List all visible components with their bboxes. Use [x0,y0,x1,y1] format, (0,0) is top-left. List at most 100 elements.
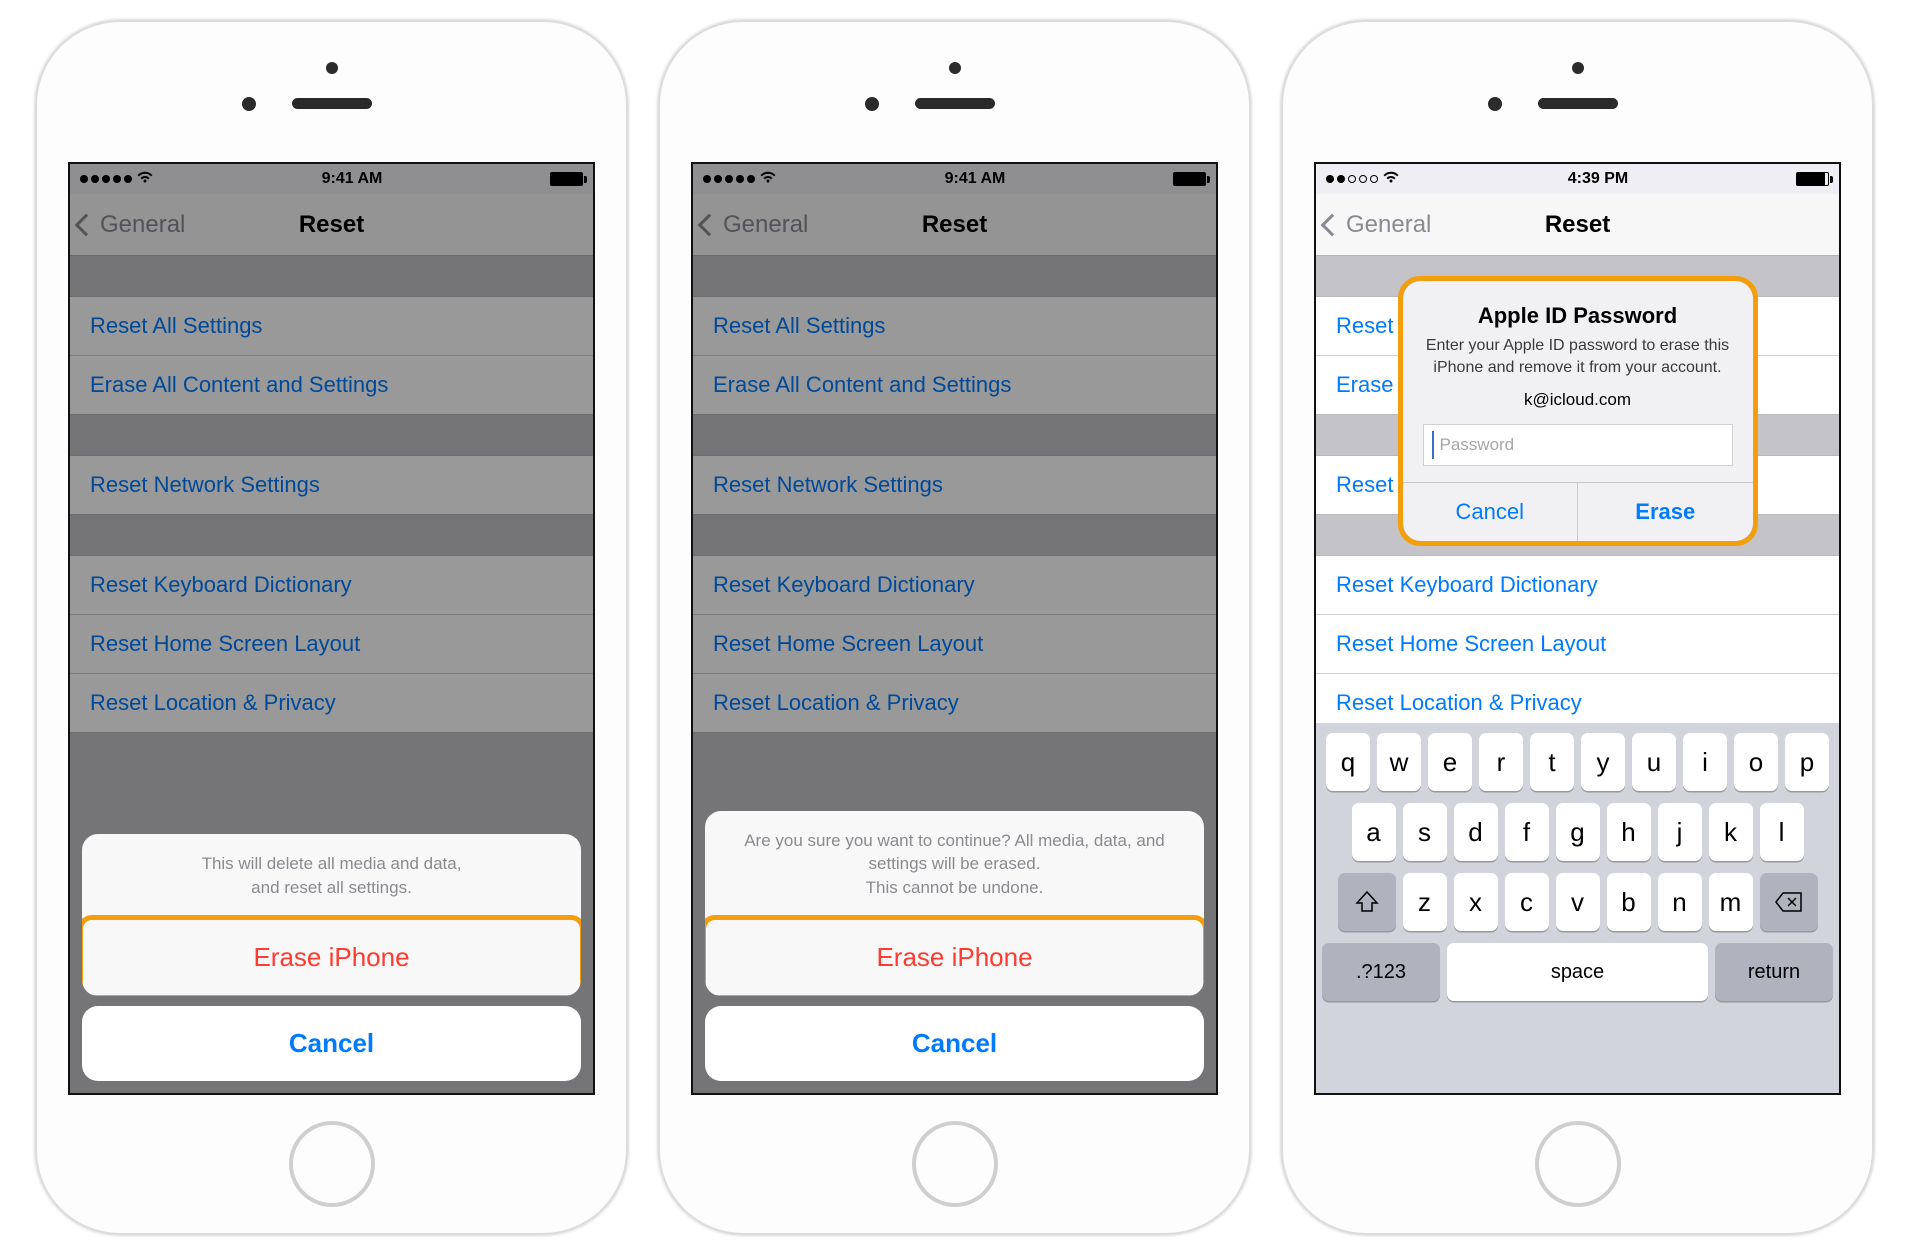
key-b[interactable]: b [1607,873,1651,931]
reset-group-2: Reset Network Settings [70,455,593,515]
key-v[interactable]: v [1556,873,1600,931]
key-e[interactable]: e [1428,733,1472,791]
phone-3: 4:39 PM General Reset Reset All Settings… [1281,20,1874,1235]
erase-iphone-button[interactable]: Erase iPhone [705,915,1204,996]
reset-group-3: Reset Keyboard Dictionary Reset Home Scr… [70,555,593,733]
cancel-button[interactable]: Cancel [82,1006,581,1081]
reset-network[interactable]: Reset Network Settings [693,456,1216,514]
wifi-icon [759,170,777,188]
password-input[interactable]: Password [1423,424,1733,466]
key-k[interactable]: k [1709,803,1753,861]
reset-group-1: Reset All Settings Erase All Content and… [693,296,1216,415]
reset-location[interactable]: Reset Location & Privacy [693,674,1216,732]
erase-all-content[interactable]: Erase All Content and Settings [70,356,593,414]
sheet-message: This will delete all media and data,and … [82,834,581,919]
key-w[interactable]: w [1377,733,1421,791]
action-sheet: Are you sure you want to continue? All m… [705,811,1204,1081]
status-time: 9:41 AM [322,170,383,188]
reset-all-settings[interactable]: Reset All Settings [693,297,1216,356]
action-sheet-block: This will delete all media and data,and … [82,834,581,996]
home-button[interactable] [1535,1121,1621,1207]
alert-erase-button[interactable]: Erase [1577,483,1753,541]
reset-location[interactable]: Reset Location & Privacy [70,674,593,732]
camera [1488,97,1502,111]
erase-iphone-button[interactable]: Erase iPhone [82,915,581,996]
reset-home-screen[interactable]: Reset Home Screen Layout [693,615,1216,674]
key-u[interactable]: u [1632,733,1676,791]
erase-all-content[interactable]: Erase All Content and Settings [693,356,1216,414]
key-a[interactable]: a [1352,803,1396,861]
keyboard: q w e r t y u i o p a s d f g h j k l [1316,723,1839,1093]
speaker [1538,98,1618,109]
reset-group-1: Reset All Settings Erase All Content and… [70,296,593,415]
screen: 4:39 PM General Reset Reset All Settings… [1314,162,1841,1095]
camera [865,97,879,111]
screen: 9:41 AM General Reset Reset All Settings… [68,162,595,1095]
apple-id-alert: Apple ID Password Enter your Apple ID pa… [1398,276,1758,546]
reset-group-2: Reset Network Settings [693,455,1216,515]
key-space[interactable]: space [1447,943,1708,1001]
key-return[interactable]: return [1715,943,1833,1001]
key-backspace[interactable] [1760,873,1818,931]
battery-icon [1173,172,1206,186]
key-l[interactable]: l [1760,803,1804,861]
nav-bar: General Reset [70,194,593,256]
reset-group-3: Reset Keyboard Dictionary Reset Home Scr… [693,555,1216,733]
key-r[interactable]: r [1479,733,1523,791]
action-sheet-block: Are you sure you want to continue? All m… [705,811,1204,996]
status-bar: 9:41 AM [693,164,1216,194]
key-z[interactable]: z [1403,873,1447,931]
reset-group-3: Reset Keyboard Dictionary Reset Home Scr… [1316,555,1839,733]
alert-cancel-button[interactable]: Cancel [1403,483,1578,541]
key-c[interactable]: c [1505,873,1549,931]
key-g[interactable]: g [1556,803,1600,861]
password-placeholder: Password [1440,435,1515,454]
home-button[interactable] [289,1121,375,1207]
key-p[interactable]: p [1785,733,1829,791]
nav-title: Reset [693,211,1216,239]
reset-home-screen[interactable]: Reset Home Screen Layout [1316,615,1839,674]
status-time: 9:41 AM [945,170,1006,188]
key-numbers[interactable]: .?123 [1322,943,1440,1001]
key-y[interactable]: y [1581,733,1625,791]
key-shift[interactable] [1338,873,1396,931]
key-m[interactable]: m [1709,873,1753,931]
phone-1: 9:41 AM General Reset Reset All Settings… [35,20,628,1235]
phone-2: 9:41 AM General Reset Reset All Settings… [658,20,1251,1235]
key-s[interactable]: s [1403,803,1447,861]
speaker [915,98,995,109]
alert-title: Apple ID Password [1403,281,1753,335]
key-o[interactable]: o [1734,733,1778,791]
sensor [326,62,338,74]
status-time: 4:39 PM [1568,170,1628,188]
camera [242,97,256,111]
reset-keyboard[interactable]: Reset Keyboard Dictionary [70,556,593,615]
nav-bar: General Reset [693,194,1216,256]
battery-icon [550,172,583,186]
reset-home-screen[interactable]: Reset Home Screen Layout [70,615,593,674]
key-j[interactable]: j [1658,803,1702,861]
key-x[interactable]: x [1454,873,1498,931]
cancel-button[interactable]: Cancel [705,1006,1204,1081]
signal-dots [1326,175,1378,183]
reset-keyboard[interactable]: Reset Keyboard Dictionary [693,556,1216,615]
reset-network[interactable]: Reset Network Settings [70,456,593,514]
key-q[interactable]: q [1326,733,1370,791]
key-d[interactable]: d [1454,803,1498,861]
key-i[interactable]: i [1683,733,1727,791]
home-button[interactable] [912,1121,998,1207]
nav-title: Reset [1316,211,1839,239]
nav-bar: General Reset [1316,194,1839,256]
reset-keyboard[interactable]: Reset Keyboard Dictionary [1316,556,1839,615]
battery-icon [1796,172,1829,186]
signal-dots [703,175,755,183]
reset-all-settings[interactable]: Reset All Settings [70,297,593,356]
key-f[interactable]: f [1505,803,1549,861]
sensor [949,62,961,74]
key-h[interactable]: h [1607,803,1651,861]
status-bar: 9:41 AM [70,164,593,194]
wifi-icon [1382,170,1400,188]
screen: 9:41 AM General Reset Reset All Settings… [691,162,1218,1095]
key-t[interactable]: t [1530,733,1574,791]
key-n[interactable]: n [1658,873,1702,931]
